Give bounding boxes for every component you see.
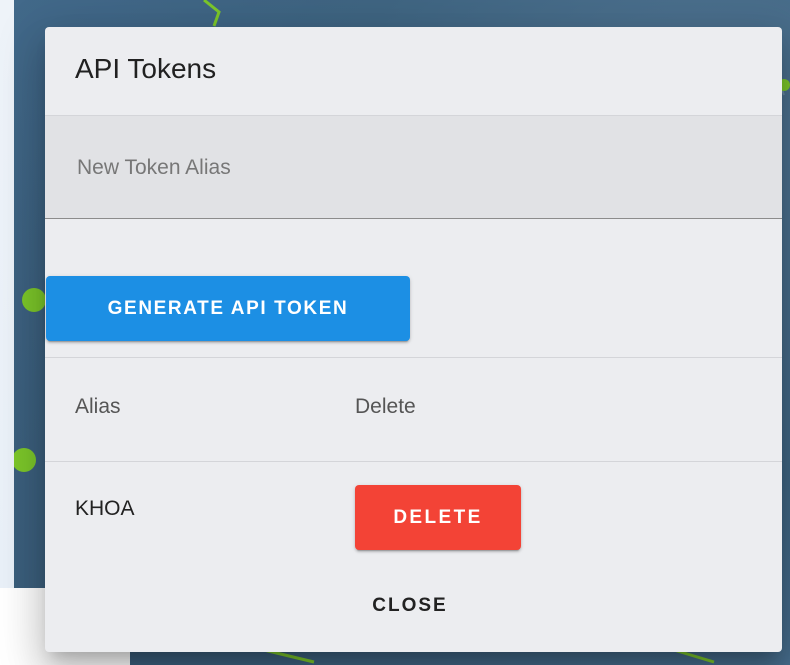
token-alias-cell: KHOA [75,497,135,520]
column-header-alias: Alias [75,395,121,418]
column-header-delete: Delete [355,395,416,418]
divider [45,357,782,358]
close-button[interactable]: CLOSE [345,584,475,628]
token-alias-field[interactable] [45,116,782,219]
generate-api-token-button[interactable]: GENERATE API TOKEN [46,276,410,341]
map-marker[interactable] [14,448,36,472]
token-alias-input[interactable] [75,150,749,186]
divider [45,461,782,462]
map-route-line [203,0,221,27]
dialog-title: API Tokens [75,53,217,84]
map-marker[interactable] [22,288,46,312]
api-tokens-dialog: API Tokens GENERATE API TOKEN Alias Dele… [45,27,782,652]
delete-token-button[interactable]: DELETE [355,485,521,550]
